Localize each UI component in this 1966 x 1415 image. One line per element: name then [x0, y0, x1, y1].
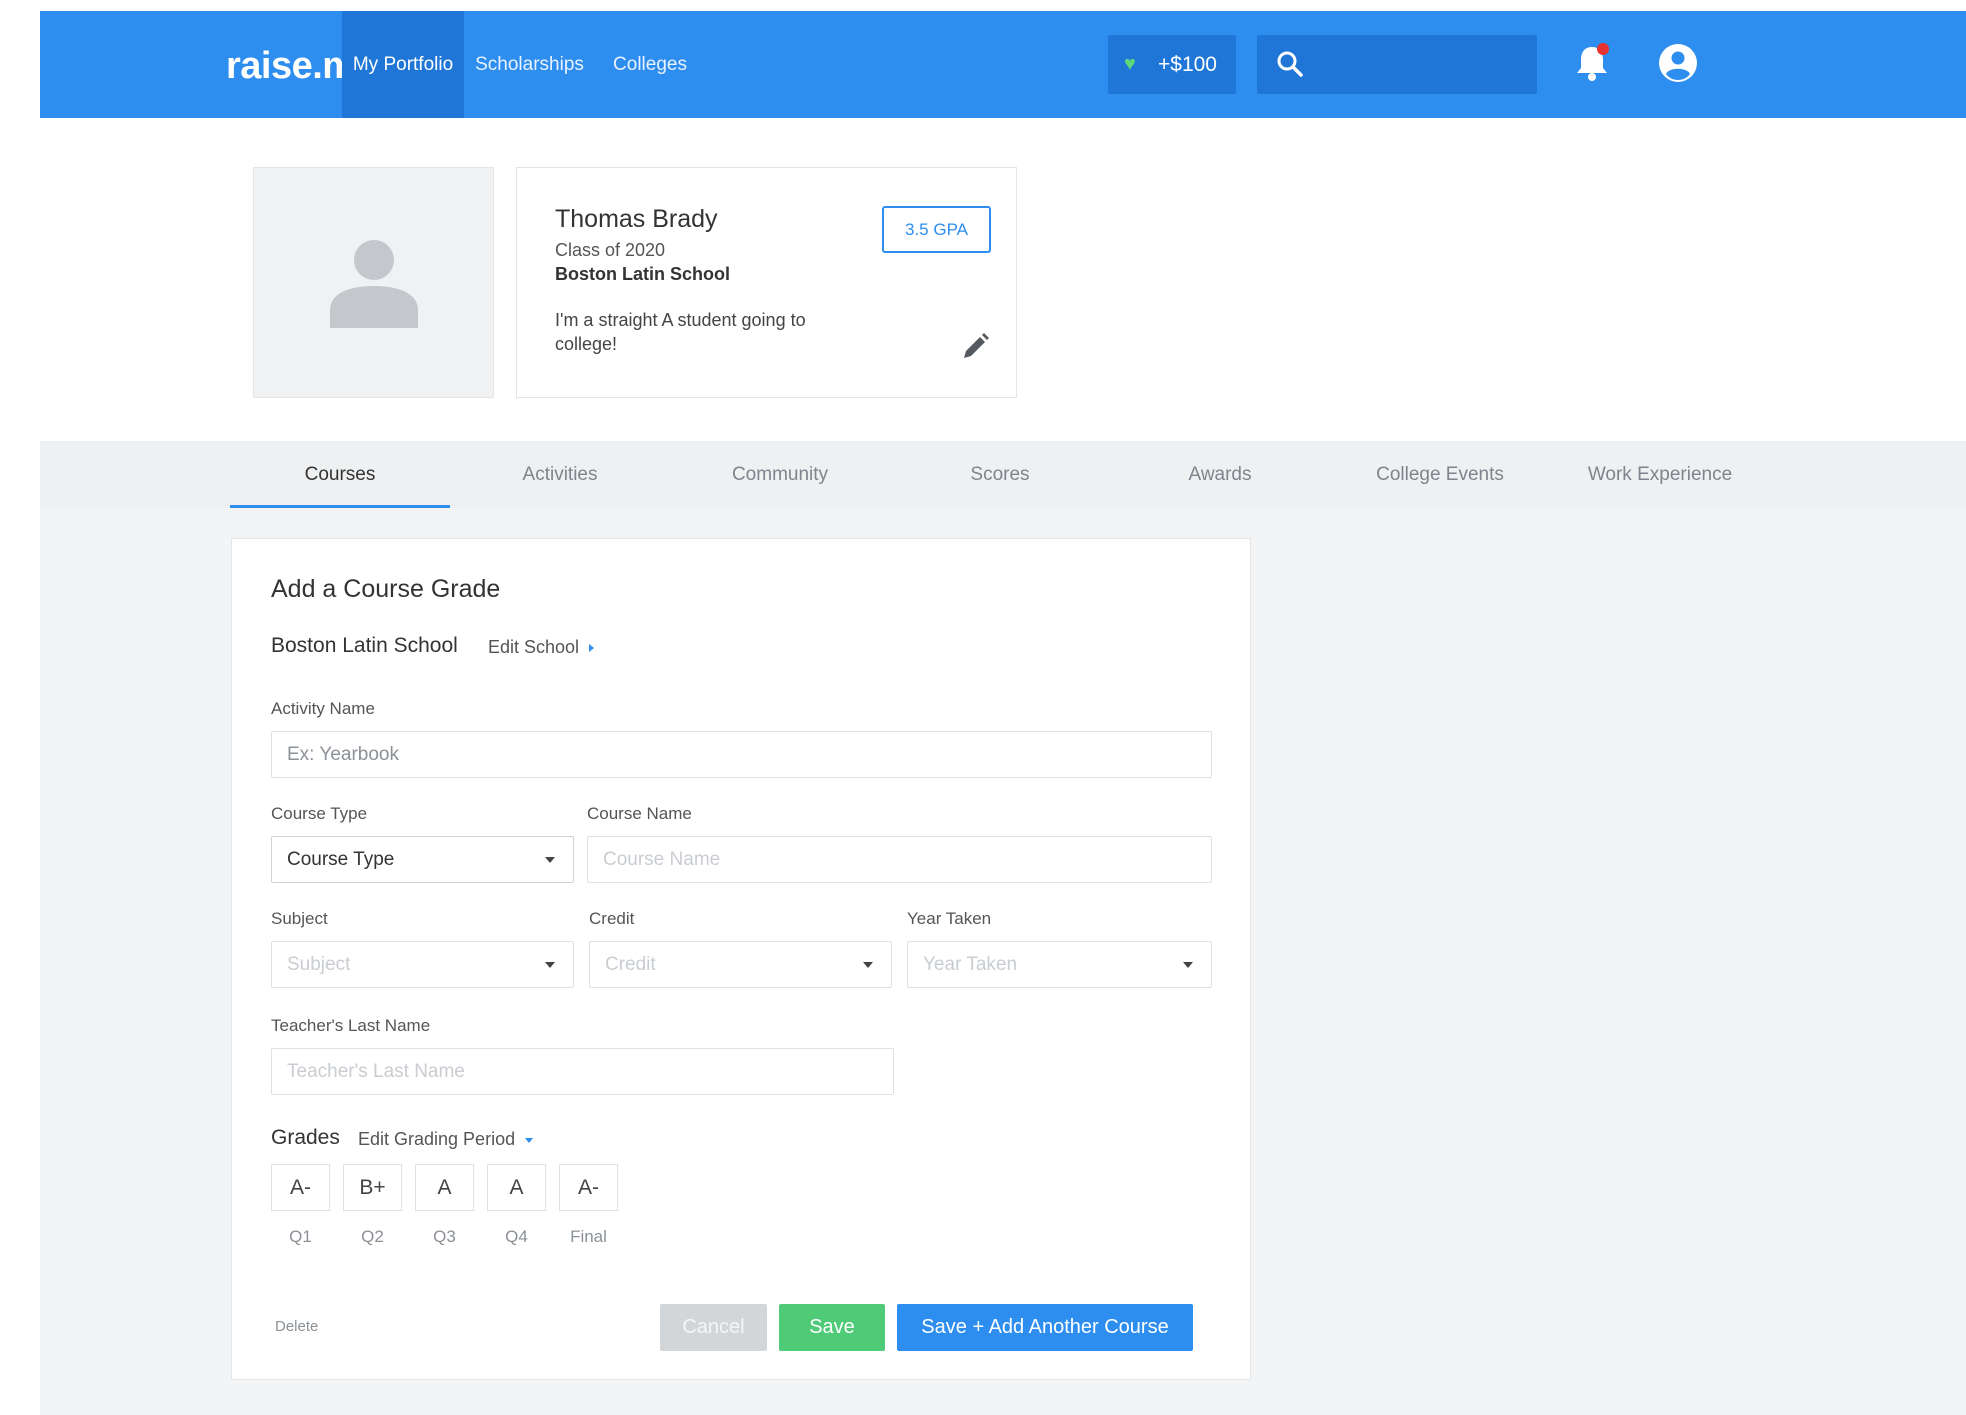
- search-icon: [1277, 51, 1303, 77]
- grade-input-q4[interactable]: A: [487, 1164, 546, 1211]
- grade-input-final[interactable]: A-: [559, 1164, 618, 1211]
- portfolio-tabs: Courses Activities Community Scores Awar…: [40, 441, 1966, 508]
- nav-scholarships[interactable]: Scholarships: [464, 11, 595, 118]
- year-taken-label: Year Taken: [907, 909, 992, 928]
- search-box[interactable]: [1257, 35, 1537, 94]
- chevron-down-icon: [545, 857, 555, 863]
- credit-value: Credit: [605, 954, 656, 975]
- avatar-placeholder-icon: [330, 240, 418, 328]
- add-course-card: Add a Course Grade Boston Latin School E…: [231, 538, 1251, 1380]
- tab-activities[interactable]: Activities: [450, 441, 670, 508]
- tab-awards[interactable]: Awards: [1110, 441, 1330, 508]
- avatar[interactable]: [253, 167, 494, 398]
- grade-label-q1: Q1: [289, 1227, 312, 1246]
- subject-label: Subject: [271, 909, 328, 928]
- teacher-label: Teacher's Last Name: [271, 1016, 431, 1035]
- credit-label: Credit: [589, 909, 635, 928]
- grades-title: Grades: [271, 1126, 340, 1149]
- course-name-input[interactable]: [587, 836, 1212, 883]
- profile-class: Class of 2020: [555, 240, 666, 260]
- caret-right-icon: [589, 644, 595, 653]
- nav-my-portfolio[interactable]: My Portfolio: [342, 11, 464, 118]
- caret-down-icon: [525, 1137, 534, 1143]
- heart-icon: ♥: [1124, 53, 1136, 75]
- chevron-down-icon: [1183, 962, 1193, 968]
- tab-work-experience[interactable]: Work Experience: [1550, 441, 1770, 508]
- notification-dot: [1597, 43, 1609, 55]
- course-type-select[interactable]: Course Type: [271, 836, 574, 883]
- chevron-down-icon: [545, 962, 555, 968]
- bell-icon[interactable]: [1570, 41, 1614, 85]
- year-taken-select[interactable]: Year Taken: [907, 941, 1212, 988]
- reward-badge[interactable]: ♥ +$100: [1108, 35, 1236, 94]
- grade-label-q2: Q2: [361, 1227, 384, 1246]
- year-taken-value: Year Taken: [923, 954, 1018, 975]
- user-icon[interactable]: [1656, 41, 1700, 85]
- tab-courses[interactable]: Courses: [230, 441, 450, 508]
- subject-value: Subject: [287, 954, 351, 975]
- profile-school: Boston Latin School: [555, 264, 730, 284]
- activity-name-input[interactable]: [271, 731, 1212, 778]
- save-button[interactable]: Save: [779, 1304, 885, 1351]
- form-school-name: Boston Latin School: [271, 634, 458, 657]
- gpa-badge[interactable]: 3.5 GPA: [882, 206, 991, 253]
- teacher-input[interactable]: [271, 1048, 894, 1095]
- course-name-label: Course Name: [587, 804, 692, 823]
- reward-amount: +$100: [1158, 53, 1217, 76]
- profile-bio: I'm a straight A student going to colleg…: [555, 310, 806, 354]
- top-nav: raise.me My Portfolio Scholarships Colle…: [40, 11, 1966, 118]
- profile-card: Thomas Brady Class of 2020 Boston Latin …: [516, 167, 1017, 398]
- tab-community[interactable]: Community: [670, 441, 890, 508]
- form-title: Add a Course Grade: [271, 575, 501, 603]
- course-type-value: Course Type: [287, 849, 395, 870]
- page-frame: raise.me My Portfolio Scholarships Colle…: [40, 11, 1966, 1415]
- delete-link[interactable]: Delete: [275, 1318, 318, 1335]
- grade-input-q3[interactable]: A: [415, 1164, 474, 1211]
- cancel-button[interactable]: Cancel: [660, 1304, 767, 1351]
- profile-name: Thomas Brady: [555, 205, 718, 233]
- nav-colleges[interactable]: Colleges: [595, 11, 705, 118]
- edit-school-link[interactable]: Edit School: [488, 637, 595, 658]
- grade-label-final: Final: [570, 1227, 607, 1246]
- profile-section: Thomas Brady Class of 2020 Boston Latin …: [40, 118, 1966, 441]
- credit-select[interactable]: Credit: [589, 941, 892, 988]
- course-type-label: Course Type: [271, 804, 368, 823]
- grade-input-q1[interactable]: A-: [271, 1164, 330, 1211]
- edit-school-label: Edit School: [488, 637, 580, 657]
- activity-name-label: Activity Name: [271, 699, 375, 718]
- tab-college-events[interactable]: College Events: [1330, 441, 1550, 508]
- tab-scores[interactable]: Scores: [890, 441, 1110, 508]
- edit-grading-period-label: Edit Grading Period: [358, 1129, 516, 1149]
- grade-input-q2[interactable]: B+: [343, 1164, 402, 1211]
- save-add-another-button[interactable]: Save + Add Another Course: [897, 1304, 1193, 1351]
- pencil-icon[interactable]: [958, 330, 992, 364]
- chevron-down-icon: [863, 962, 873, 968]
- subject-select[interactable]: Subject: [271, 941, 574, 988]
- edit-grading-period-link[interactable]: Edit Grading Period: [358, 1129, 534, 1150]
- grade-label-q4: Q4: [505, 1227, 528, 1246]
- grade-label-q3: Q3: [433, 1227, 456, 1246]
